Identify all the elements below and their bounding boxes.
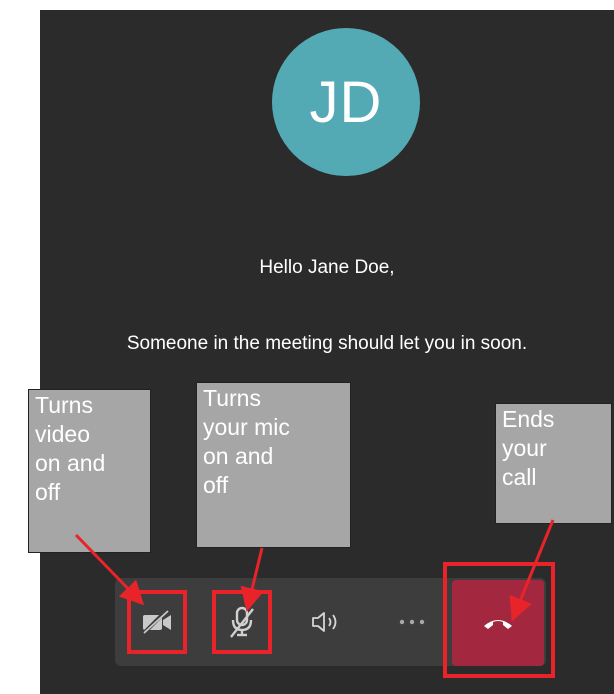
speaker-icon xyxy=(312,612,337,632)
more-options-icon xyxy=(399,619,425,625)
speaker-button[interactable] xyxy=(300,597,352,647)
avatar-circle: JD xyxy=(272,28,420,176)
avatar: JD xyxy=(272,10,420,196)
greeting-text: Hello Jane Doe, xyxy=(259,257,395,278)
more-options-button[interactable] xyxy=(386,597,438,647)
lobby-status-message: Someone in the meeting should let you in… xyxy=(126,333,528,354)
callout-mic: Turns your mic on and off xyxy=(196,382,351,548)
video-button-highlight xyxy=(127,590,187,654)
callout-end-call: Ends your call xyxy=(495,403,612,524)
mic-button-highlight xyxy=(212,590,272,654)
callout-video: Turns video on and off xyxy=(28,389,151,553)
avatar-initials: JD xyxy=(309,69,383,135)
end-call-highlight xyxy=(443,562,555,678)
